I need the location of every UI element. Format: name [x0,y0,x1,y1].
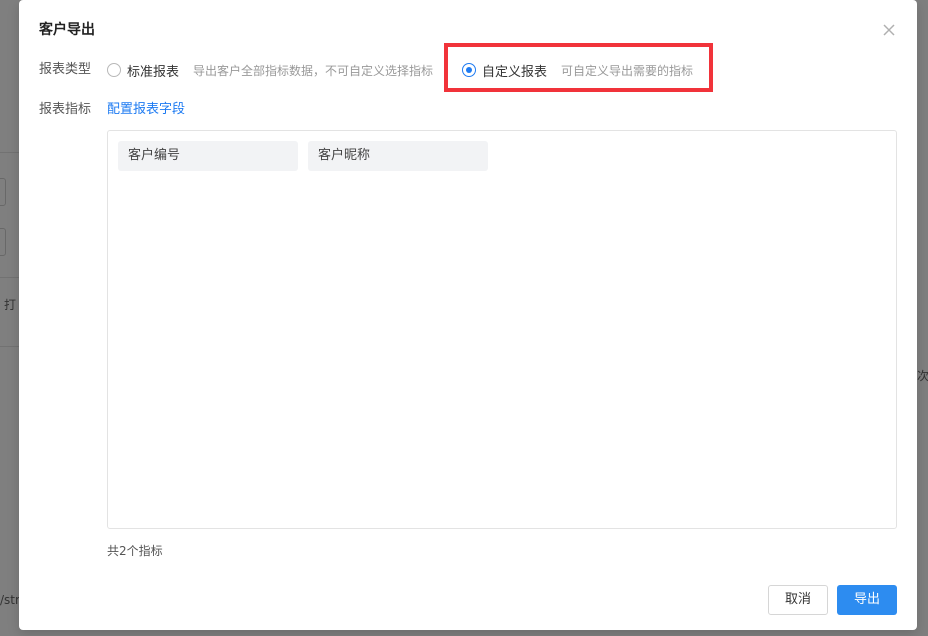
close-icon [883,24,895,36]
field-tag: 客户昵称 [308,141,488,171]
radio-checked-icon [462,63,476,77]
close-button[interactable] [879,20,899,40]
report-type-label: 报表类型 [39,62,92,77]
metrics-label: 报表指标 [39,102,92,117]
radio-label: 自定义报表 [482,64,548,80]
metrics-count: 共2个指标 [107,544,163,558]
field-tag: 客户编号 [118,141,298,171]
export-dialog: 客户导出 报表类型 标准报表 导出客户全部指标数据，不可自定义选择指标 自定义报… [19,0,917,630]
radio-description: 导出客户全部指标数据，不可自定义选择指标 [193,63,434,78]
radio-label: 标准报表 [127,64,180,80]
fields-container: 客户编号 客户昵称 [107,130,897,529]
radio-custom-report[interactable]: 自定义报表 可自定义导出需要的指标 [462,60,693,80]
export-button[interactable]: 导出 [837,585,897,615]
radio-standard-report[interactable]: 标准报表 导出客户全部指标数据，不可自定义选择指标 [107,60,433,80]
cancel-button[interactable]: 取消 [768,585,828,615]
radio-unchecked-icon [107,63,121,77]
dialog-title: 客户导出 [39,22,95,38]
radio-description: 可自定义导出需要的指标 [561,63,694,78]
configure-fields-link[interactable]: 配置报表字段 [107,101,185,119]
